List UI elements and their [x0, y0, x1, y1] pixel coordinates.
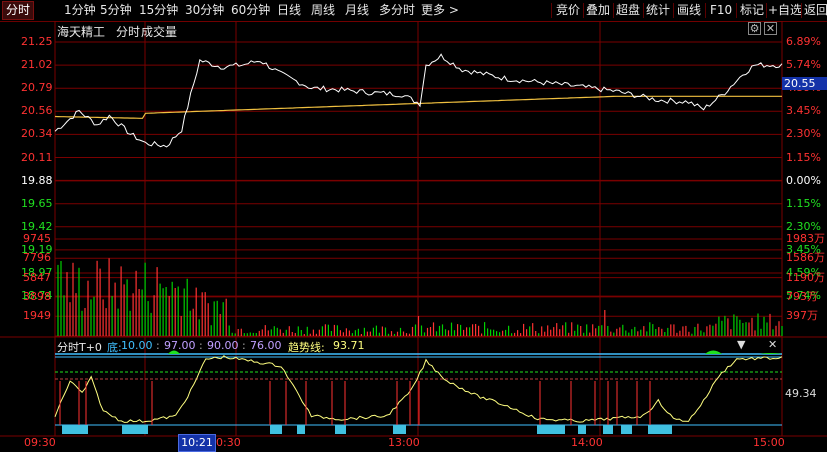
stats-button[interactable]: 统计 [646, 2, 670, 19]
indicator-v1: 97.00 [164, 339, 196, 352]
toolbar-divider [801, 3, 802, 18]
chart-grid [0, 21, 827, 437]
time-label: 13:00 [388, 436, 420, 449]
price-axis-label: 19.65 [21, 196, 53, 210]
signal-block [621, 425, 632, 434]
indicator-name: 分时T+0 [57, 341, 102, 354]
toolbar-divider [766, 3, 767, 18]
f10-button[interactable]: F10 [710, 2, 732, 19]
tab-5min[interactable]: 5分钟 [100, 2, 132, 19]
tab-multi-fenshi[interactable]: 多分时 [379, 2, 415, 19]
super-button[interactable]: 超盘 [616, 2, 640, 19]
price-axis-label: 19.42 [21, 219, 53, 233]
signal-block [335, 425, 346, 434]
pct-axis-label: 5.74% [786, 58, 821, 72]
tab-week[interactable]: 周线 [311, 2, 335, 19]
tab-1min[interactable]: 1分钟 [64, 2, 96, 19]
pct-axis-label: 6.89% [786, 35, 821, 48]
indicator-low-label: 底: [107, 341, 122, 354]
volume-axis-label: 1586万 [786, 251, 825, 265]
stock-name: 海天精工 [57, 25, 106, 39]
price-axis-label: 20.79 [21, 81, 53, 95]
price-axis-label: 20.56 [21, 104, 53, 118]
volume-axis-label: 7796 [23, 251, 51, 265]
back-button[interactable]: 返回 [804, 2, 827, 19]
signal-block [122, 425, 148, 434]
indicator-v2: 90.00 [207, 339, 239, 352]
volume-axis-label: 9745 [23, 232, 51, 245]
signal-block [270, 425, 282, 434]
indicator-low-value: 10.00 [121, 339, 153, 352]
toolbar-divider [705, 3, 706, 18]
indicator-v3: 76.00 [250, 339, 282, 352]
pct-axis-label: 1.15% [786, 196, 821, 210]
signal-block [537, 425, 565, 434]
trend-label: 趋势线: [288, 341, 325, 354]
indicator-sep: : [156, 339, 160, 352]
toolbar-divider [643, 3, 644, 18]
period-toolbar: 分时 1分钟 5分钟 15分钟 30分钟 60分钟 日线 周线 月线 多分时 更… [0, 0, 827, 22]
signal-block [62, 425, 88, 434]
signal-block [603, 425, 613, 434]
pct-axis-label: 1.15% [786, 150, 821, 164]
triangle-down-icon[interactable]: ▼ [737, 338, 745, 351]
trend-value: 93.71 [333, 339, 365, 352]
volume-axis-label: 1949 [23, 309, 51, 323]
price-axis-label: 21.25 [21, 35, 53, 48]
close-icon[interactable]: ✕ [768, 338, 777, 351]
signal-block [393, 425, 406, 434]
price-axis-label: 19.88 [21, 173, 53, 187]
pct-axis-label: 3.45% [786, 104, 821, 118]
pct-axis-label: 2.30% [786, 127, 821, 141]
toolbar-divider [673, 3, 674, 18]
time-cursor-tag: 10:21 [178, 434, 216, 452]
mark-button[interactable]: 标记 [740, 2, 764, 19]
signal-block [297, 425, 305, 434]
add-watchlist-button[interactable]: +自选 [768, 2, 802, 19]
indicator-sep: : [242, 339, 246, 352]
volume-axis-label: 1983万 [786, 232, 825, 245]
toolbar-divider [551, 3, 552, 18]
tab-30min[interactable]: 30分钟 [185, 2, 224, 19]
toolbar-divider [736, 3, 737, 18]
draw-line-button[interactable]: 画线 [677, 2, 701, 19]
volume-axis-label: 3898 [23, 289, 51, 303]
overlay-button[interactable]: 叠加 [586, 2, 610, 19]
toolbar-divider [613, 3, 614, 18]
tab-month[interactable]: 月线 [345, 2, 369, 19]
toolbar-divider [583, 3, 584, 18]
chart-mode-label: 分时 [116, 25, 141, 39]
price-axis-label: 20.34 [21, 127, 53, 141]
time-label: 09:30 [24, 436, 56, 449]
price-axis-label: 21.02 [21, 58, 53, 72]
pct-axis-label: 2.30% [786, 219, 821, 233]
volume-axis-label: 5847 [23, 270, 51, 284]
tab-fenshi[interactable]: 分时 [2, 1, 35, 20]
tab-15min[interactable]: 15分钟 [139, 2, 178, 19]
current-price-tag: 20.55 [782, 77, 827, 90]
signal-block [578, 425, 586, 434]
volume-label: 成交量 [141, 25, 178, 39]
indicator-axis-value: 49.34 [785, 387, 817, 400]
tab-day[interactable]: 日线 [277, 2, 301, 19]
time-label: 14:00 [571, 436, 603, 449]
gear-icon[interactable]: ⚙ [748, 22, 761, 35]
signal-block [648, 425, 672, 434]
volume-axis-label: 793万 [786, 289, 818, 303]
time-label: 15:00 [753, 436, 785, 449]
intraday-chart[interactable] [0, 21, 827, 452]
more-menu[interactable]: 更多 > [421, 2, 459, 19]
volume-axis-label: 397万 [786, 309, 818, 323]
price-axis-label: 20.11 [21, 150, 53, 164]
pct-axis-label: 0.00% [786, 173, 821, 187]
indicator-sep: : [199, 339, 203, 352]
tab-60min[interactable]: 60分钟 [231, 2, 270, 19]
volume-axis-label: 1190万 [786, 270, 825, 284]
close-icon[interactable]: ✕ [764, 22, 777, 35]
auction-button[interactable]: 竞价 [556, 2, 580, 19]
